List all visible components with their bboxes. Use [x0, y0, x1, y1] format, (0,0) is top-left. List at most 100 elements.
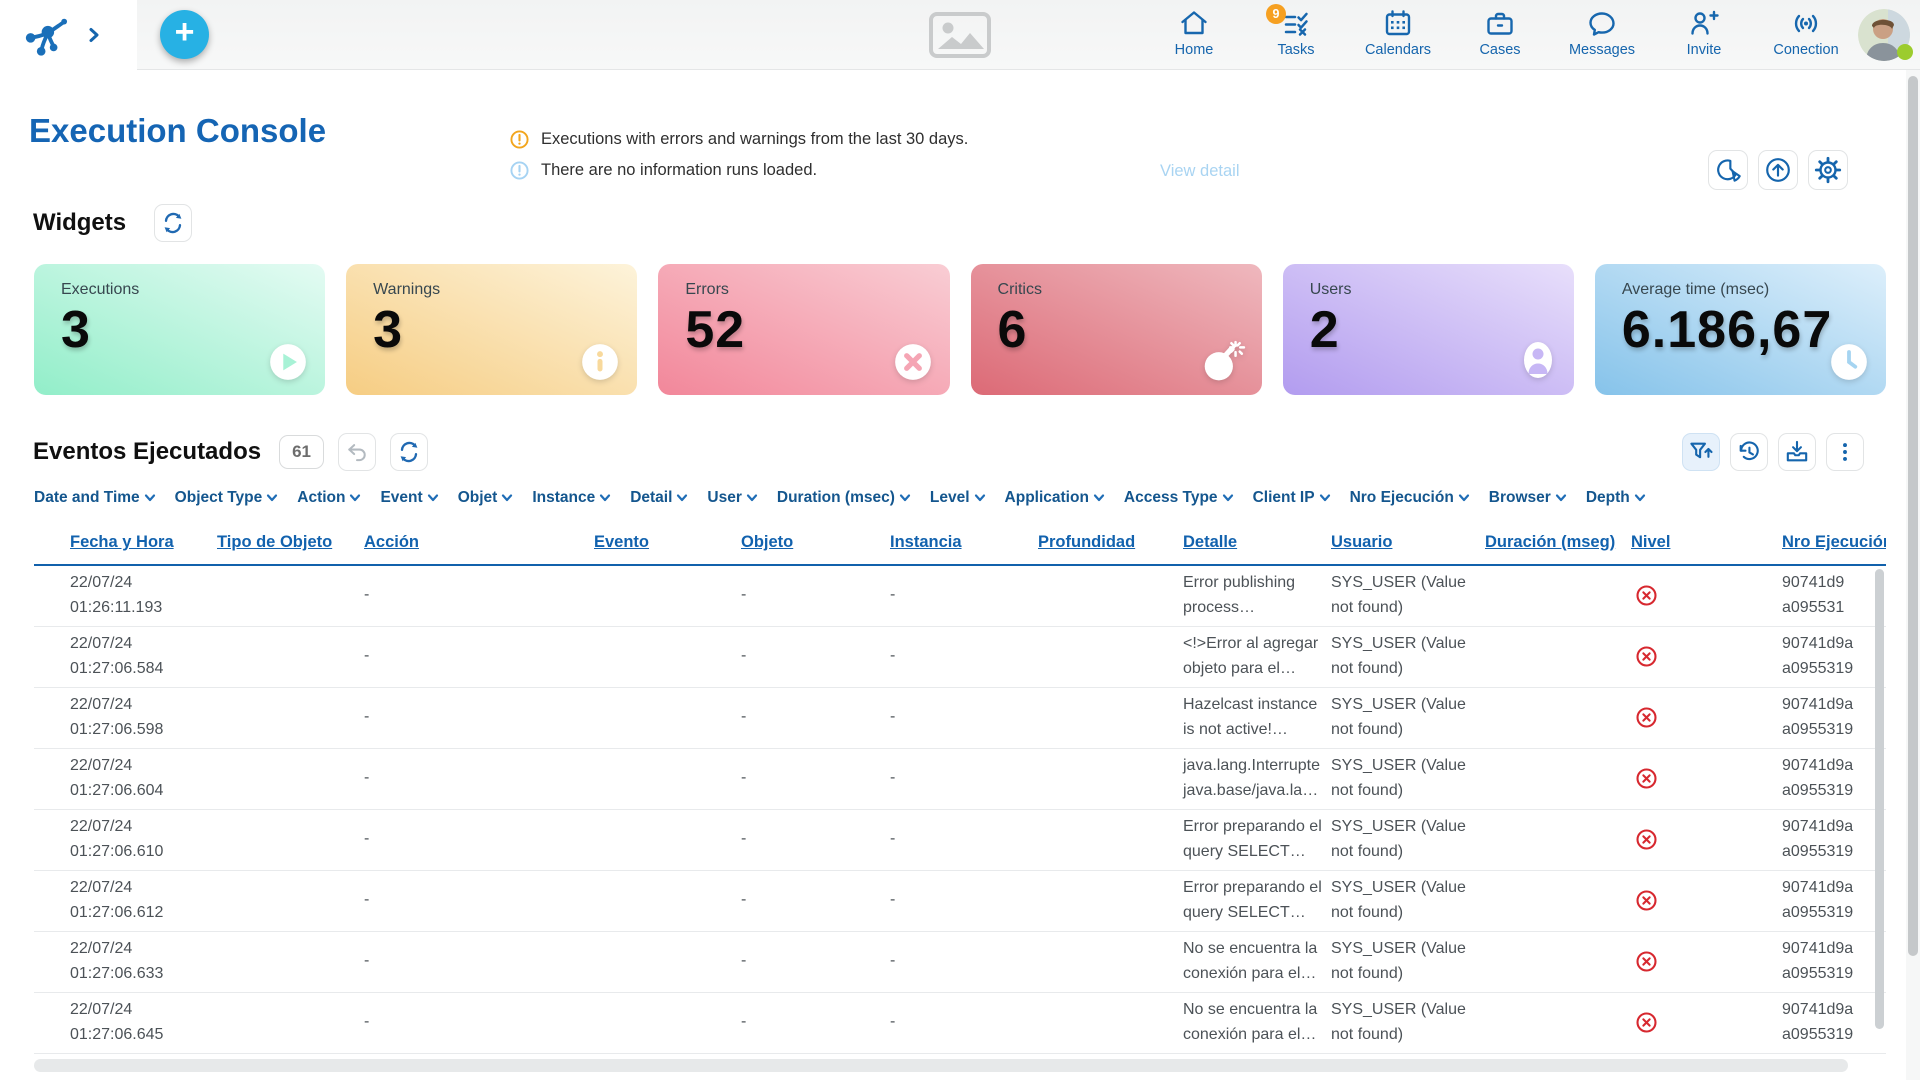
nav-item-home[interactable]: Home: [1158, 8, 1230, 58]
widget-average-time[interactable]: Average time (msec) 6.186,67: [1595, 264, 1886, 395]
events-refresh-button[interactable]: [390, 433, 428, 471]
nav-label: Home: [1175, 42, 1214, 58]
cell-instancia: -: [890, 992, 1038, 1053]
chart-view-button[interactable]: [1708, 150, 1748, 190]
table-row[interactable]: 22/07/24 01:27:06.645 - - - No se encuen…: [34, 992, 1886, 1053]
cell-detalle: Error preparando el query SELECT…: [1183, 870, 1331, 931]
cell-objeto: -: [741, 626, 890, 687]
column-header[interactable]: Nivel: [1631, 523, 1782, 565]
nav-item-calendars[interactable]: Calendars: [1362, 8, 1434, 58]
nav-item-cases[interactable]: Cases: [1464, 8, 1536, 58]
nav-item-invite[interactable]: Invite: [1668, 8, 1740, 58]
navbar-menu: Home 9 Tasks: [1158, 8, 1842, 58]
filter-label: Object Type: [175, 489, 263, 507]
cell-usuario: SYS_USER (Value not found): [1331, 809, 1485, 870]
cell-nro-ejecucion: 90741d9a a0955319: [1782, 748, 1886, 809]
widget-executions[interactable]: Executions 3: [34, 264, 325, 395]
column-header[interactable]: Fecha y Hora: [34, 523, 217, 565]
cell-nivel: [1631, 809, 1782, 870]
cell-profundidad: [1038, 748, 1183, 809]
column-filter-dropdown[interactable]: Client IP: [1253, 489, 1331, 507]
warning-circle-icon: [510, 130, 529, 149]
expand-sidebar-chevron-icon[interactable]: [86, 27, 102, 43]
column-header[interactable]: Profundidad: [1038, 523, 1183, 565]
column-filters: Date and Time Object Type Action Event O…: [34, 489, 1920, 507]
undo-button[interactable]: [338, 433, 376, 471]
column-filter-dropdown[interactable]: Objet: [458, 489, 514, 507]
horizontal-scrollbar[interactable]: [34, 1059, 1848, 1072]
table-row[interactable]: 22/07/24 01:27:06.610 - - - Error prepar…: [34, 809, 1886, 870]
table-row[interactable]: 22/07/24 01:27:06.584 - - - <!>Error al …: [34, 626, 1886, 687]
page-scrollbar-thumb[interactable]: [1908, 76, 1918, 956]
settings-button[interactable]: [1808, 150, 1848, 190]
table-row[interactable]: 22/07/24 01:26:11.193 - - - Error publis…: [34, 565, 1886, 626]
column-filter-dropdown[interactable]: Duration (msec): [777, 489, 911, 507]
column-filter-dropdown[interactable]: Browser: [1489, 489, 1567, 507]
widget-warnings[interactable]: Warnings 3: [346, 264, 637, 395]
column-filter-dropdown[interactable]: Date and Time: [34, 489, 156, 507]
widgets-refresh-button[interactable]: [154, 204, 192, 242]
filter-label: Depth: [1586, 489, 1630, 507]
column-filter-dropdown[interactable]: User: [707, 489, 757, 507]
nav-item-tasks[interactable]: 9 Tasks: [1260, 8, 1332, 58]
table-vertical-scrollbar[interactable]: [1875, 569, 1884, 1029]
table-row[interactable]: 22/07/24 01:27:06.633 - - - No se encuen…: [34, 931, 1886, 992]
widget-title: Users: [1310, 281, 1574, 299]
user-avatar[interactable]: [1858, 9, 1910, 61]
cell-instancia: -: [890, 626, 1038, 687]
column-header[interactable]: Duración (mseg): [1485, 523, 1631, 565]
column-header[interactable]: Nro Ejecución: [1782, 523, 1886, 565]
cell-accion: -: [364, 565, 594, 626]
widget-critics[interactable]: Critics 6: [971, 264, 1262, 395]
cell-instancia: -: [890, 748, 1038, 809]
events-count-badge: 61: [279, 435, 324, 469]
nav-item-conection[interactable]: Conection: [1770, 8, 1842, 58]
cell-nro-ejecucion: 90741d9 a095531: [1782, 565, 1886, 626]
column-filter-dropdown[interactable]: Nro Ejecución: [1350, 489, 1470, 507]
column-filter-dropdown[interactable]: Object Type: [175, 489, 279, 507]
history-button[interactable]: [1730, 433, 1768, 471]
widget-errors[interactable]: Errors 52: [658, 264, 949, 395]
cell-accion: -: [364, 992, 594, 1053]
column-header[interactable]: Instancia: [890, 523, 1038, 565]
column-filter-dropdown[interactable]: Level: [930, 489, 986, 507]
chevron-down-icon: [746, 493, 758, 503]
widget-title: Executions: [61, 281, 325, 299]
add-new-button[interactable]: +: [160, 10, 209, 59]
upload-button[interactable]: [1758, 150, 1798, 190]
column-header[interactable]: Evento: [594, 523, 741, 565]
cell-fecha-hora: 22/07/24 01:27:06.598: [34, 687, 217, 748]
cell-detalle: Error preparando el query SELECT…: [1183, 809, 1331, 870]
column-header[interactable]: Tipo de Objeto: [217, 523, 364, 565]
events-header: Eventos Ejecutados 61: [33, 433, 1920, 471]
column-filter-dropdown[interactable]: Depth: [1586, 489, 1646, 507]
table-row[interactable]: 22/07/24 01:27:06.604 - - - java.lang.In…: [34, 748, 1886, 809]
download-button[interactable]: [1778, 433, 1816, 471]
filter-button[interactable]: [1682, 433, 1720, 471]
column-filter-dropdown[interactable]: Action: [297, 489, 361, 507]
filter-label: Date and Time: [34, 489, 140, 507]
view-detail-link[interactable]: View detail: [1160, 162, 1240, 181]
cell-nivel: [1631, 626, 1782, 687]
gear-icon: [1813, 155, 1843, 185]
cell-nivel: [1631, 687, 1782, 748]
table-header-row: Fecha y HoraTipo de ObjetoAcciónEventoOb…: [34, 523, 1886, 565]
table-row[interactable]: 22/07/24 01:27:06.598 - - - Hazelcast in…: [34, 687, 1886, 748]
app-logo-icon[interactable]: [22, 12, 68, 58]
column-filter-dropdown[interactable]: Detail: [630, 489, 688, 507]
column-header[interactable]: Acción: [364, 523, 594, 565]
column-filter-dropdown[interactable]: Event: [380, 489, 438, 507]
column-filter-dropdown[interactable]: Instance: [532, 489, 611, 507]
column-filter-dropdown[interactable]: Application: [1005, 489, 1105, 507]
column-header[interactable]: Objeto: [741, 523, 890, 565]
column-header[interactable]: Detalle: [1183, 523, 1331, 565]
cell-accion: -: [364, 931, 594, 992]
column-header[interactable]: Usuario: [1331, 523, 1485, 565]
table-row[interactable]: 22/07/24 01:27:06.612 - - - Error prepar…: [34, 870, 1886, 931]
cell-objeto: -: [741, 687, 890, 748]
nav-item-messages[interactable]: Messages: [1566, 8, 1638, 58]
widget-users[interactable]: Users 2: [1283, 264, 1574, 395]
clock-icon: [1828, 341, 1870, 383]
more-options-button[interactable]: [1826, 433, 1864, 471]
column-filter-dropdown[interactable]: Access Type: [1124, 489, 1234, 507]
